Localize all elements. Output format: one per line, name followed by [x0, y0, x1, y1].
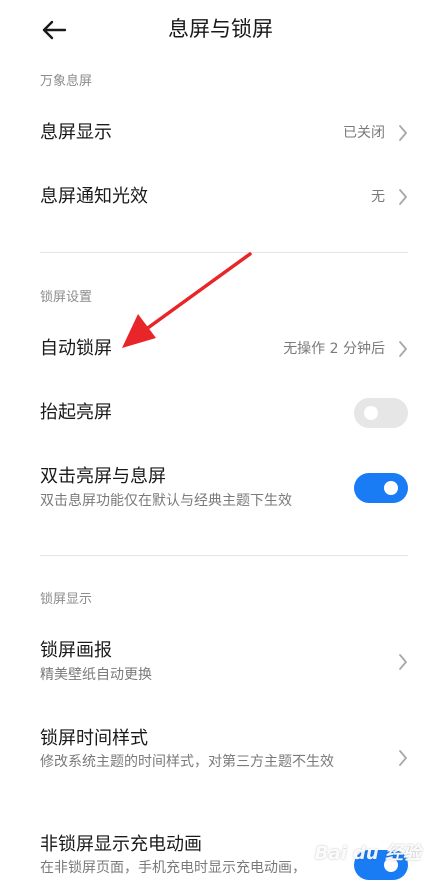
page-title: 息屏与锁屏 — [168, 17, 273, 41]
watermark: Bai du 经验 — [314, 843, 421, 864]
chevron-right-icon — [399, 750, 407, 766]
setting-subtitle: 修改系统主题的时间样式，对第三方主题不生效 — [40, 754, 334, 770]
setting-double-tap: 双击亮屏与息屏 双击息屏功能仅在默认与经典主题下生效 — [0, 462, 441, 522]
setting-raise-to-wake: 抬起亮屏 — [0, 388, 441, 438]
toggle-knob — [364, 406, 378, 420]
app-header: 息屏与锁屏 — [0, 0, 441, 60]
setting-subtitle: 双击息屏功能仅在默认与经典主题下生效 — [40, 493, 292, 509]
setting-title: 非锁屏显示充电动画 — [40, 834, 202, 855]
setting-subtitle: 精美壁纸自动更换 — [40, 667, 152, 683]
double-tap-toggle[interactable] — [354, 473, 408, 503]
section-title-aod: 万象息屏 — [40, 74, 93, 89]
setting-aod-display[interactable]: 息屏显示 已关闭 — [0, 108, 441, 158]
setting-title: 自动锁屏 — [40, 338, 112, 359]
setting-value: 已关闭 — [343, 125, 385, 141]
setting-lock-wallpaper[interactable]: 锁屏画报 精美壁纸自动更换 — [0, 636, 441, 690]
setting-value: 无操作 2 分钟后 — [283, 341, 385, 357]
setting-aod-notify[interactable]: 息屏通知光效 无 — [0, 172, 441, 222]
chevron-right-icon — [399, 125, 407, 141]
chevron-right-icon — [399, 654, 407, 670]
section-title-lock: 锁屏设置 — [40, 290, 93, 305]
toggle-knob — [384, 481, 398, 495]
raise-to-wake-toggle[interactable] — [354, 398, 408, 428]
setting-title: 锁屏画报 — [40, 640, 112, 661]
setting-auto-lock[interactable]: 自动锁屏 无操作 2 分钟后 — [0, 324, 441, 374]
divider — [40, 555, 408, 556]
setting-title: 双击亮屏与息屏 — [40, 466, 166, 487]
setting-clock-style[interactable]: 锁屏时间样式 修改系统主题的时间样式，对第三方主题不生效 — [0, 724, 441, 798]
chevron-right-icon — [399, 341, 407, 357]
setting-title: 抬起亮屏 — [40, 402, 112, 423]
divider — [40, 252, 408, 253]
chevron-right-icon — [399, 189, 407, 205]
section-title-lock-display: 锁屏显示 — [40, 592, 93, 607]
setting-title: 息屏显示 — [40, 122, 112, 143]
setting-title: 息屏通知光效 — [40, 186, 148, 207]
setting-value: 无 — [371, 189, 385, 205]
setting-title: 锁屏时间样式 — [40, 728, 148, 749]
